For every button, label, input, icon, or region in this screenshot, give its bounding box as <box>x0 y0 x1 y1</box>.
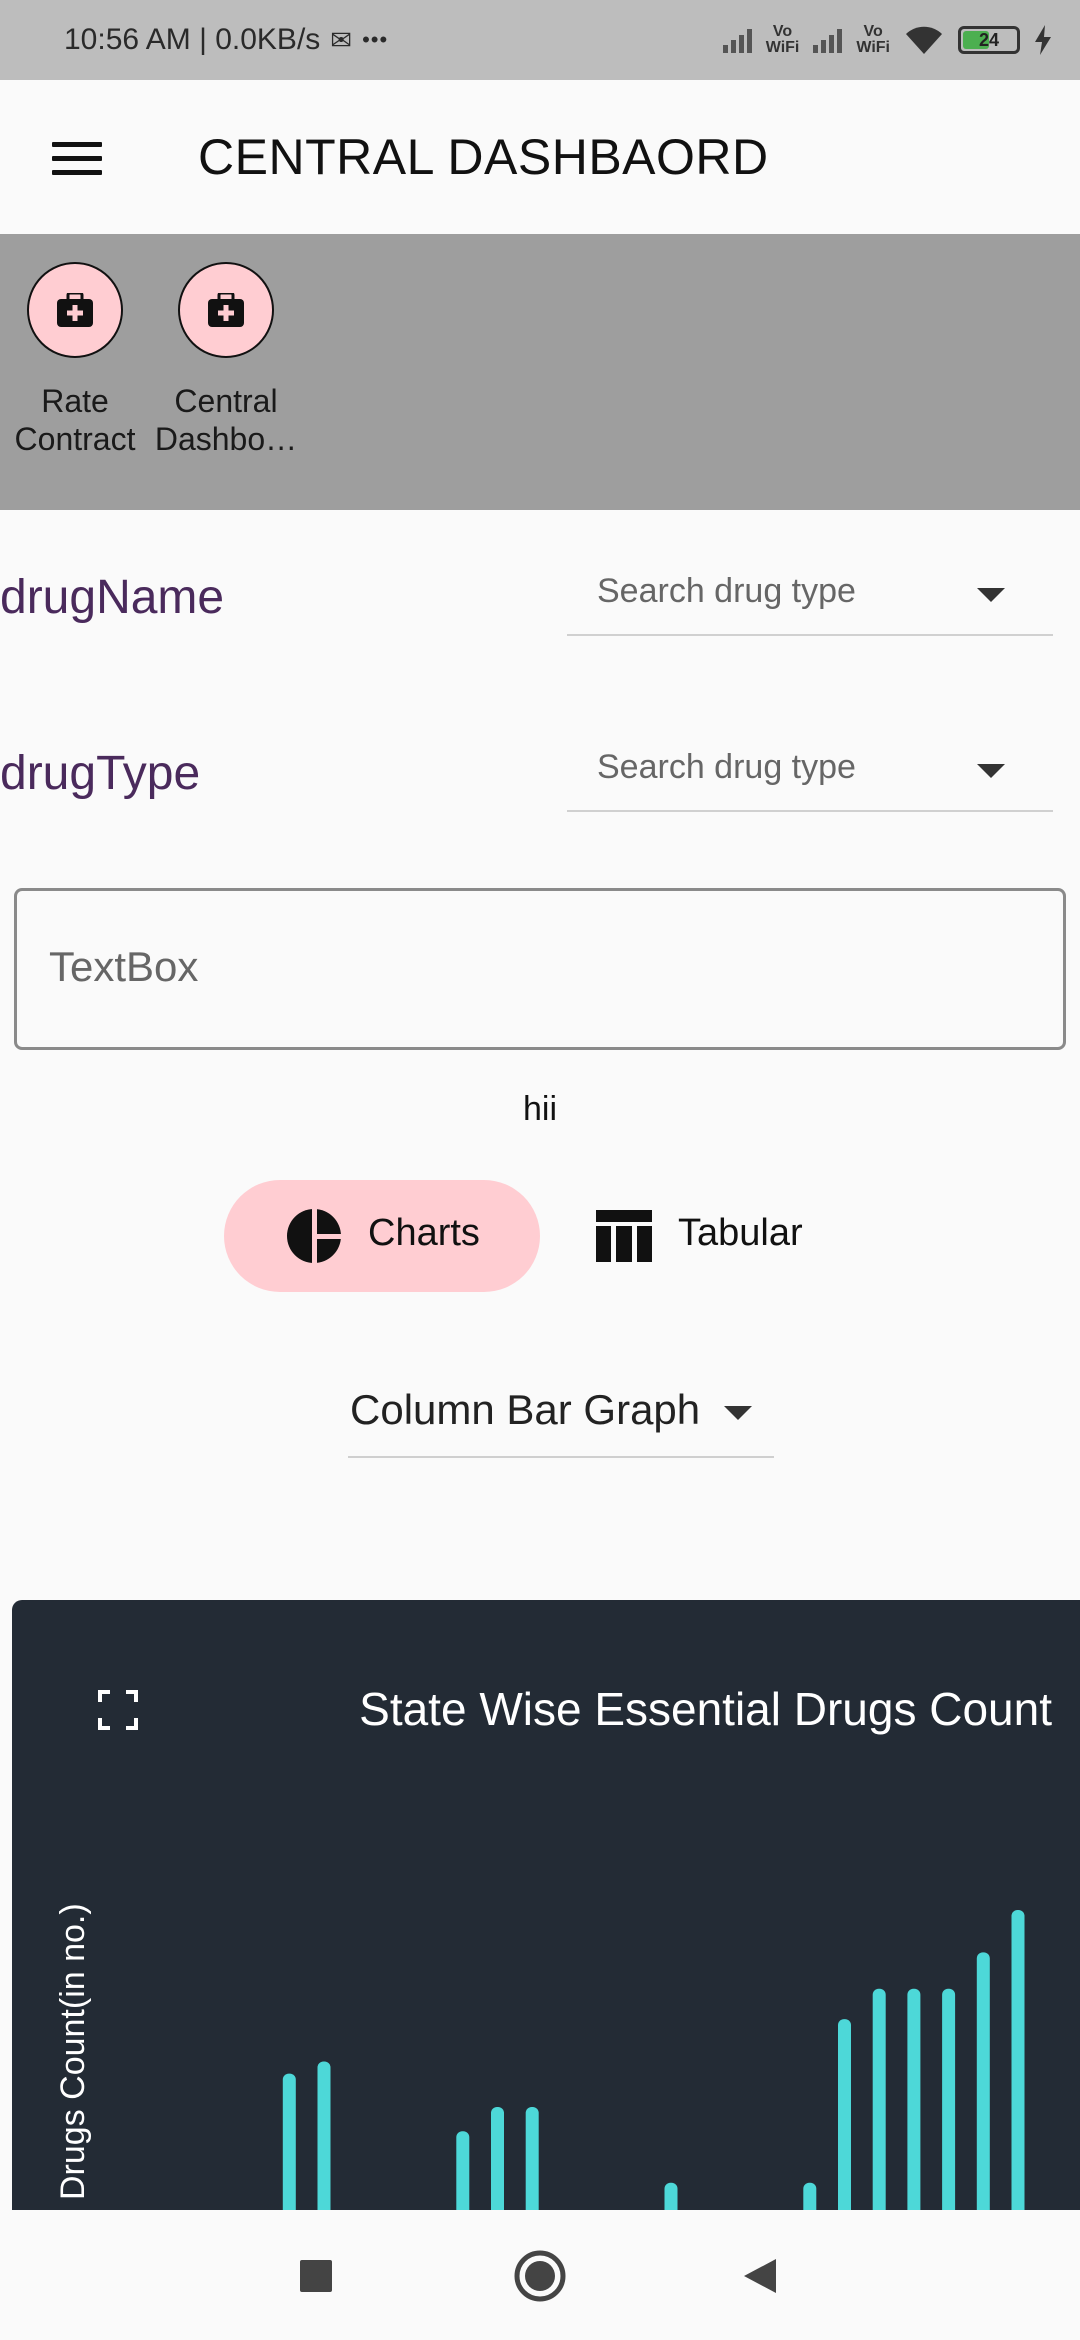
chart-bar <box>1011 1910 1025 2220</box>
drug-type-dropdown[interactable]: Search drug type <box>567 738 1053 812</box>
home-button[interactable] <box>508 2244 572 2308</box>
recent-apps-button[interactable] <box>284 2244 348 2308</box>
charts-toggle-button[interactable]: Charts <box>224 1180 540 1292</box>
back-button[interactable] <box>728 2244 792 2308</box>
tabular-label: Tabular <box>678 1212 803 1254</box>
y-axis-label: Drugs Count(in no.) <box>54 1903 92 2200</box>
chart-bar <box>942 1988 956 2220</box>
chart-bar <box>976 1952 990 2220</box>
shortcut-circle <box>178 262 274 358</box>
chart-bar <box>838 2019 851 2220</box>
gmail-icon: ✉ <box>330 24 353 55</box>
wifi-icon <box>906 26 942 54</box>
battery-level: 24 <box>978 29 1000 50</box>
back-triangle-icon <box>744 2259 776 2293</box>
chevron-down-icon <box>977 764 1005 778</box>
status-time: 10:56 AM | 0.0KB/s <box>64 23 321 56</box>
signal-icon <box>722 27 752 53</box>
graph-type-value: Column Bar Graph <box>350 1386 701 1433</box>
shortcut-central-dashboard[interactable]: Central Dashbo… <box>151 262 301 458</box>
shortcut-circle <box>27 262 123 358</box>
status-left: 10:56 AM | 0.0KB/s ✉ ••• <box>64 23 388 57</box>
signal-icon-2 <box>813 27 843 53</box>
tabular-toggle-button[interactable]: Tabular <box>586 1180 856 1292</box>
status-right: Vo WiFi Vo WiFi 24 <box>722 23 1052 56</box>
shortcut-label: Central Dashbo… <box>154 383 298 457</box>
page-title: CENTRAL DASHBAORD <box>198 129 769 185</box>
medical-bag-icon <box>208 293 244 327</box>
chart-bar <box>525 2107 539 2220</box>
drug-name-placeholder: Search drug type <box>597 572 856 610</box>
chart-bar <box>456 2131 470 2220</box>
chart-bar <box>282 2073 296 2220</box>
chart-bar <box>317 2061 331 2220</box>
chevron-down-icon <box>724 1406 752 1420</box>
battery-icon: 24 <box>958 26 1020 54</box>
shortcut-rate-contract[interactable]: Rate Contract <box>0 262 150 458</box>
navigation-bar <box>0 2210 1080 2340</box>
medical-bag-icon <box>57 293 93 327</box>
fullscreen-icon[interactable] <box>98 1690 138 1730</box>
vowifi-icon-2: Vo WiFi <box>856 23 890 56</box>
app-bar: CENTRAL DASHBAORD <box>0 80 1080 234</box>
drug-name-dropdown[interactable]: Search drug type <box>567 562 1053 636</box>
shortcut-label: Rate Contract <box>14 383 136 457</box>
chevron-down-icon <box>977 588 1005 602</box>
status-bar: 10:56 AM | 0.0KB/s ✉ ••• Vo WiFi Vo WiFi 2… <box>0 0 1080 80</box>
charts-label: Charts <box>368 1212 480 1254</box>
home-circle-icon <box>514 2250 566 2302</box>
drug-type-placeholder: Search drug type <box>597 748 856 786</box>
square-icon <box>300 2260 332 2292</box>
graph-type-select[interactable]: Column Bar Graph <box>348 1380 774 1458</box>
chart-bar <box>907 1988 921 2220</box>
screen: 10:56 AM | 0.0KB/s ✉ ••• Vo WiFi Vo WiFi 2… <box>0 0 1080 2340</box>
more-icon: ••• <box>362 27 389 52</box>
pie-chart-icon <box>287 1208 342 1264</box>
drug-type-label: drugType <box>0 747 201 800</box>
charging-icon <box>1035 25 1051 55</box>
chart-title: State Wise Essential Drugs Count <box>359 1683 1052 1735</box>
text-box-input[interactable]: TextBox <box>14 888 1066 1050</box>
vowifi-icon: Vo WiFi <box>765 23 800 56</box>
chart-bar <box>491 2107 504 2220</box>
chart-card: State Wise Essential Drugs Count Drugs C… <box>12 1600 1080 2220</box>
hamburger-menu-icon[interactable] <box>52 142 102 176</box>
chart-bar <box>872 1988 886 2220</box>
text-box-placeholder: TextBox <box>49 943 199 990</box>
table-icon <box>596 1210 652 1262</box>
shortcut-strip: Rate Contract Central Dashbo… <box>0 234 1080 510</box>
drug-name-label: drugName <box>0 571 225 624</box>
hii-text: hii <box>522 1090 558 1128</box>
